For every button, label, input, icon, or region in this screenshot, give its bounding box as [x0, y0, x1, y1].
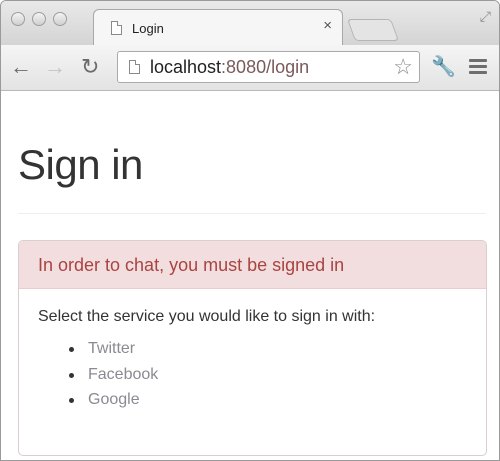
facebook-link[interactable]: Facebook	[88, 366, 158, 383]
tab-strip: Login × ⤢	[1, 1, 499, 45]
page-title: Sign in	[18, 141, 143, 188]
list-item: Facebook	[69, 362, 486, 388]
close-window-button[interactable]	[11, 12, 25, 26]
back-arrow-icon[interactable]: ←	[10, 55, 32, 79]
star-icon[interactable]: ☆	[393, 55, 413, 79]
service-prompt: Select the service you would like to sig…	[38, 308, 376, 325]
google-link[interactable]: Google	[88, 391, 140, 408]
wrench-icon[interactable]: 🔧	[431, 55, 456, 79]
new-tab-button[interactable]	[346, 19, 400, 41]
close-tab-icon[interactable]: ×	[323, 18, 332, 34]
fullscreen-icon[interactable]: ⤢	[480, 9, 491, 23]
signin-panel: In order to chat, you must be signed in …	[18, 240, 487, 456]
url-host: localhost	[150, 57, 222, 77]
tab-login[interactable]: Login ×	[93, 9, 343, 45]
list-item: Google	[69, 387, 486, 413]
minimize-window-button[interactable]	[32, 12, 46, 26]
tab-title: Login	[132, 21, 164, 36]
alert-heading: In order to chat, you must be signed in	[19, 241, 486, 289]
divider	[18, 213, 486, 214]
reload-icon[interactable]: ↻	[81, 55, 99, 79]
service-list: Twitter Facebook Google	[38, 336, 486, 413]
page-icon	[111, 21, 122, 35]
menu-icon[interactable]	[469, 59, 487, 77]
browser-toolbar: ← → ↻ localhost:8080/login ☆ 🔧	[1, 45, 499, 91]
twitter-link[interactable]: Twitter	[88, 340, 135, 357]
list-item: Twitter	[69, 336, 486, 362]
panel-body: Select the service you would like to sig…	[19, 289, 486, 413]
address-bar[interactable]: localhost:8080/login ☆	[117, 51, 420, 83]
url-path: :8080/login	[221, 57, 310, 77]
browser-window: Login × ⤢ ← → ↻ localhost:8080/login ☆ 🔧…	[0, 0, 500, 461]
forward-arrow-icon[interactable]: →	[44, 55, 66, 79]
page-icon	[129, 60, 140, 74]
page-content: Sign in In order to chat, you must be si…	[1, 91, 499, 460]
maximize-window-button[interactable]	[53, 12, 67, 26]
url-text[interactable]: localhost:8080/login	[150, 57, 309, 78]
